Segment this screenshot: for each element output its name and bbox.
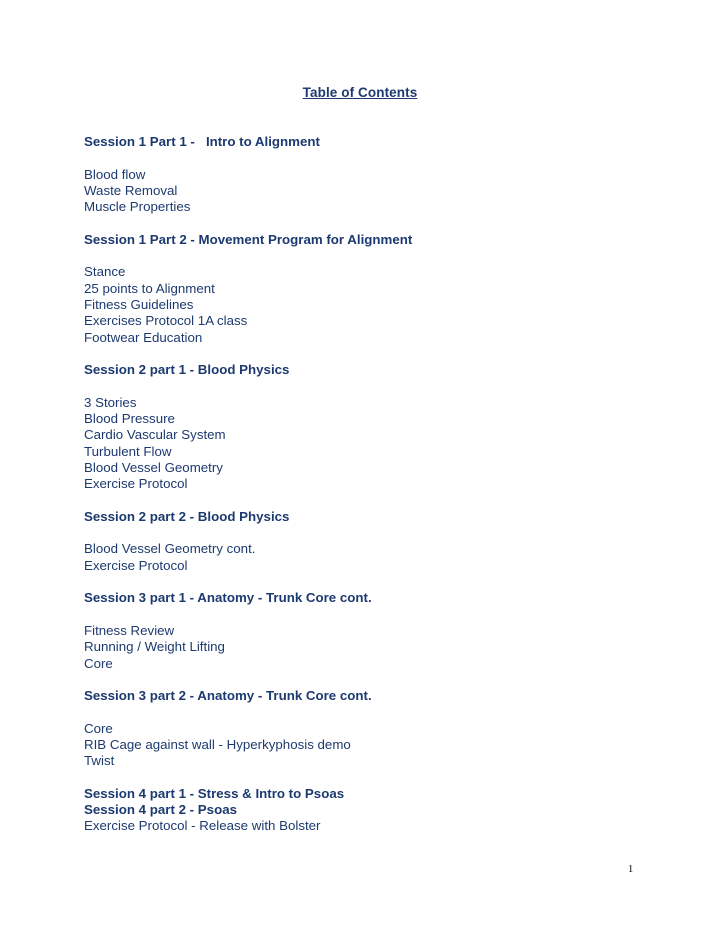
- section-item-list: Exercise Protocol - Release with Bolster: [84, 818, 644, 834]
- list-item: Cardio Vascular System: [84, 427, 226, 443]
- list-item: Blood Vessel Geometry cont.: [84, 541, 256, 557]
- toc-section: Session 4 part 1 - Stress & Intro to Pso…: [84, 786, 644, 835]
- list-item: Twist: [84, 753, 115, 769]
- toc-section: Session 3 part 2 - Anatomy - Trunk Core …: [84, 688, 644, 769]
- section-heading: Session 1 Part 1 - Intro to Alignment: [84, 134, 320, 149]
- toc-section: Session 2 part 2 - Blood Physics Blood V…: [84, 509, 644, 574]
- page-title: Table of Contents: [302, 85, 418, 100]
- section-item-list: Core RIB Cage against wall - Hyperkyphos…: [84, 721, 644, 770]
- list-item: Footwear Education: [84, 329, 203, 345]
- document-page: Table of Contents Session 1 Part 1 - Int…: [0, 0, 720, 932]
- list-item: 25 points to Alignment: [84, 280, 215, 296]
- list-item: Exercises Protocol 1A class: [84, 313, 248, 329]
- list-item: Blood flow: [84, 166, 146, 182]
- list-item: 3 Stories: [84, 394, 137, 410]
- list-item: Muscle Properties: [84, 199, 191, 215]
- list-item: Running / Weight Lifting: [84, 639, 225, 655]
- list-item: Stance: [84, 264, 126, 280]
- list-item: Waste Removal: [84, 182, 178, 198]
- section-heading: Session 4 part 1 - Stress & Intro to Pso…: [84, 785, 345, 801]
- toc-section: Session 2 part 1 - Blood Physics 3 Stori…: [84, 362, 644, 492]
- list-item: Exercise Protocol: [84, 557, 188, 573]
- section-item-list: Fitness Review Running / Weight Lifting …: [84, 623, 644, 672]
- toc-section: Session 1 Part 1 - Intro to Alignment Bl…: [84, 134, 644, 215]
- section-heading: Session 2 part 2 - Blood Physics: [84, 508, 290, 524]
- toc-section: Session 1 Part 2 - Movement Program for …: [84, 232, 644, 346]
- list-item: Fitness Review: [84, 622, 175, 638]
- list-item: Fitness Guidelines: [84, 296, 194, 312]
- section-item-list: Stance 25 points to Alignment Fitness Gu…: [84, 264, 644, 345]
- section-item-list: Blood flow Waste Removal Muscle Properti…: [84, 167, 644, 216]
- list-item: Core: [84, 720, 113, 736]
- toc-section: Session 3 part 1 - Anatomy - Trunk Core …: [84, 590, 644, 671]
- list-item: Blood Pressure: [84, 411, 175, 427]
- page-number: 1: [628, 864, 634, 875]
- list-item: RIB Cage against wall - Hyperkyphosis de…: [84, 736, 351, 752]
- table-of-contents: Session 1 Part 1 - Intro to Alignment Bl…: [84, 134, 644, 835]
- section-heading: Session 1 Part 2 - Movement Program for …: [84, 231, 413, 247]
- section-item-list: 3 Stories Blood Pressure Cardio Vascular…: [84, 395, 644, 493]
- section-heading: Session 3 part 1 - Anatomy - Trunk Core …: [84, 590, 372, 606]
- list-item: Core: [84, 655, 113, 671]
- section-item-list: Blood Vessel Geometry cont. Exercise Pro…: [84, 541, 644, 574]
- list-item: Exercise Protocol - Release with Bolster: [84, 818, 321, 834]
- list-item: Blood Vessel Geometry: [84, 459, 223, 475]
- section-heading: Session 3 part 2 - Anatomy - Trunk Core …: [84, 688, 372, 704]
- list-item: Exercise Protocol: [84, 476, 188, 492]
- section-heading: Session 2 part 1 - Blood Physics: [84, 362, 290, 378]
- list-item: Turbulent Flow: [84, 443, 172, 459]
- section-heading: Session 4 part 2 - Psoas: [84, 802, 237, 818]
